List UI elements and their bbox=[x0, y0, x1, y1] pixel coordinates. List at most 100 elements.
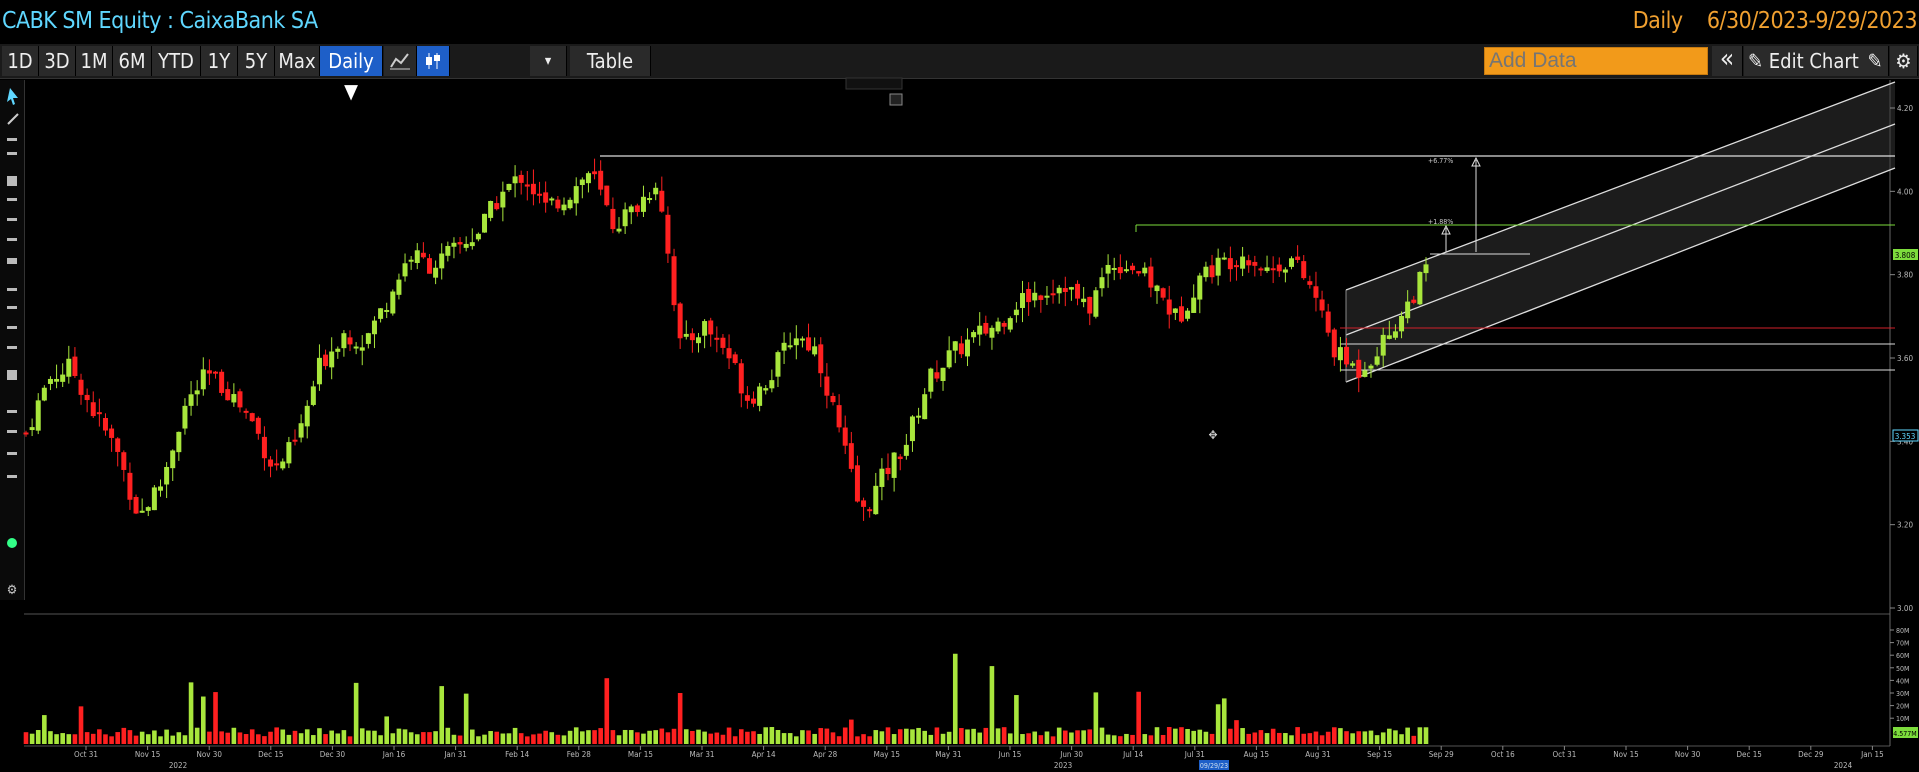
volume-bar bbox=[708, 733, 714, 744]
candle-body bbox=[231, 394, 237, 403]
volume-bar bbox=[665, 732, 671, 744]
crosshair-icon: ✥ bbox=[1208, 428, 1217, 442]
volume-bar bbox=[1191, 730, 1196, 744]
candle-body bbox=[1209, 265, 1215, 278]
price-tick-label: 3.00 bbox=[1897, 604, 1913, 613]
candle-body bbox=[885, 467, 891, 475]
candle-body bbox=[1319, 299, 1325, 311]
candle-body bbox=[842, 427, 848, 446]
volume-bar bbox=[256, 734, 261, 744]
volume-bar bbox=[1295, 727, 1300, 744]
volume-bar bbox=[421, 732, 426, 744]
volume-bar bbox=[1014, 695, 1019, 744]
volume-bar bbox=[170, 735, 176, 744]
date-tick-label: Apr 28 bbox=[813, 750, 837, 759]
candle-body bbox=[371, 320, 377, 335]
candle-body bbox=[1197, 275, 1203, 300]
candle-body bbox=[1148, 266, 1154, 288]
volume-bar bbox=[1387, 728, 1392, 744]
candle-body bbox=[1405, 301, 1411, 319]
volume-bar bbox=[1264, 733, 1270, 744]
volume-bar bbox=[891, 734, 897, 744]
price-tick-label: 3.80 bbox=[1897, 271, 1913, 280]
volume-bar bbox=[292, 730, 298, 744]
volume-bar bbox=[1166, 727, 1172, 744]
volume-bar bbox=[97, 729, 102, 744]
candle-body bbox=[909, 416, 915, 442]
price-chart[interactable]: +6.77% +1.88% ✥ 4.204.003.803.603.403.20… bbox=[0, 0, 1919, 772]
volume-bar bbox=[1417, 727, 1423, 744]
candle-body bbox=[457, 242, 463, 245]
volume-bar bbox=[78, 706, 84, 744]
candle-body bbox=[29, 427, 35, 431]
volume-bar bbox=[298, 733, 304, 744]
candle-body bbox=[1160, 288, 1166, 298]
volume-bar bbox=[1118, 736, 1123, 744]
candle-body bbox=[1252, 261, 1258, 266]
volume-bar bbox=[959, 728, 964, 744]
candle-body bbox=[518, 174, 524, 183]
date-tick-label: Sep 15 bbox=[1367, 750, 1392, 759]
candle-body bbox=[365, 333, 371, 344]
volume-bar bbox=[690, 730, 695, 744]
volume-bar bbox=[1154, 727, 1160, 744]
volume-bar bbox=[720, 734, 726, 744]
candle-body bbox=[1344, 346, 1350, 365]
candle-body bbox=[1026, 288, 1032, 303]
date-tick-label: Apr 14 bbox=[752, 750, 776, 759]
candle-body bbox=[769, 380, 775, 389]
volume-bar bbox=[311, 735, 316, 744]
candle-body bbox=[1331, 329, 1337, 358]
candle-body bbox=[439, 253, 445, 269]
volume-bar bbox=[586, 730, 591, 744]
volume-bar bbox=[1093, 692, 1099, 744]
volume-bar bbox=[103, 734, 108, 744]
year-label: 2023 bbox=[1054, 761, 1072, 770]
candle-body bbox=[524, 184, 530, 187]
volume-bar bbox=[115, 732, 121, 744]
volume-bar bbox=[836, 736, 842, 744]
candle-body bbox=[928, 368, 934, 392]
date-tick-label: Jan 16 bbox=[382, 750, 406, 759]
candle-body bbox=[433, 267, 439, 278]
volume-tick-label: 20M bbox=[1896, 703, 1909, 711]
candle-body bbox=[647, 198, 653, 201]
candle-body bbox=[127, 472, 133, 500]
volume-bar bbox=[219, 731, 224, 744]
candle-body bbox=[1258, 268, 1264, 271]
volume-marker-label: 4.577M bbox=[1893, 730, 1916, 738]
volume-bar bbox=[390, 733, 396, 744]
candle-body bbox=[60, 374, 66, 382]
volume-bar bbox=[341, 730, 347, 744]
candle-body bbox=[537, 193, 543, 196]
volume-bar bbox=[781, 733, 787, 744]
year-label: 2022 bbox=[169, 761, 187, 770]
volume-bar bbox=[457, 735, 463, 744]
candle-body bbox=[1044, 295, 1050, 298]
volume-bar bbox=[84, 732, 90, 744]
volume-bar bbox=[286, 734, 292, 744]
candle-body bbox=[1172, 308, 1178, 313]
candle-body bbox=[952, 341, 958, 351]
date-tick-label: Jul 31 bbox=[1184, 750, 1205, 759]
candle-body bbox=[1423, 264, 1429, 274]
volume-bar bbox=[714, 732, 720, 744]
date-tick-label: Jan 15 bbox=[1860, 750, 1884, 759]
candles bbox=[23, 158, 1429, 521]
volume-bar bbox=[90, 733, 96, 744]
volume-bar bbox=[1197, 729, 1203, 744]
candle-body bbox=[867, 509, 873, 512]
volume-bar bbox=[500, 733, 506, 744]
candle-body bbox=[1136, 271, 1142, 274]
volume-bar bbox=[1032, 731, 1038, 744]
volume-bar bbox=[1203, 731, 1209, 744]
candle-body bbox=[1032, 292, 1038, 301]
candle-body bbox=[958, 343, 964, 355]
volume-bar bbox=[451, 734, 457, 744]
volume-bar bbox=[1185, 728, 1190, 744]
volume-bar bbox=[867, 736, 872, 744]
volume-bar bbox=[910, 729, 915, 744]
volume-bar bbox=[983, 727, 989, 744]
candle-body bbox=[579, 179, 585, 186]
candle-body bbox=[274, 463, 280, 466]
